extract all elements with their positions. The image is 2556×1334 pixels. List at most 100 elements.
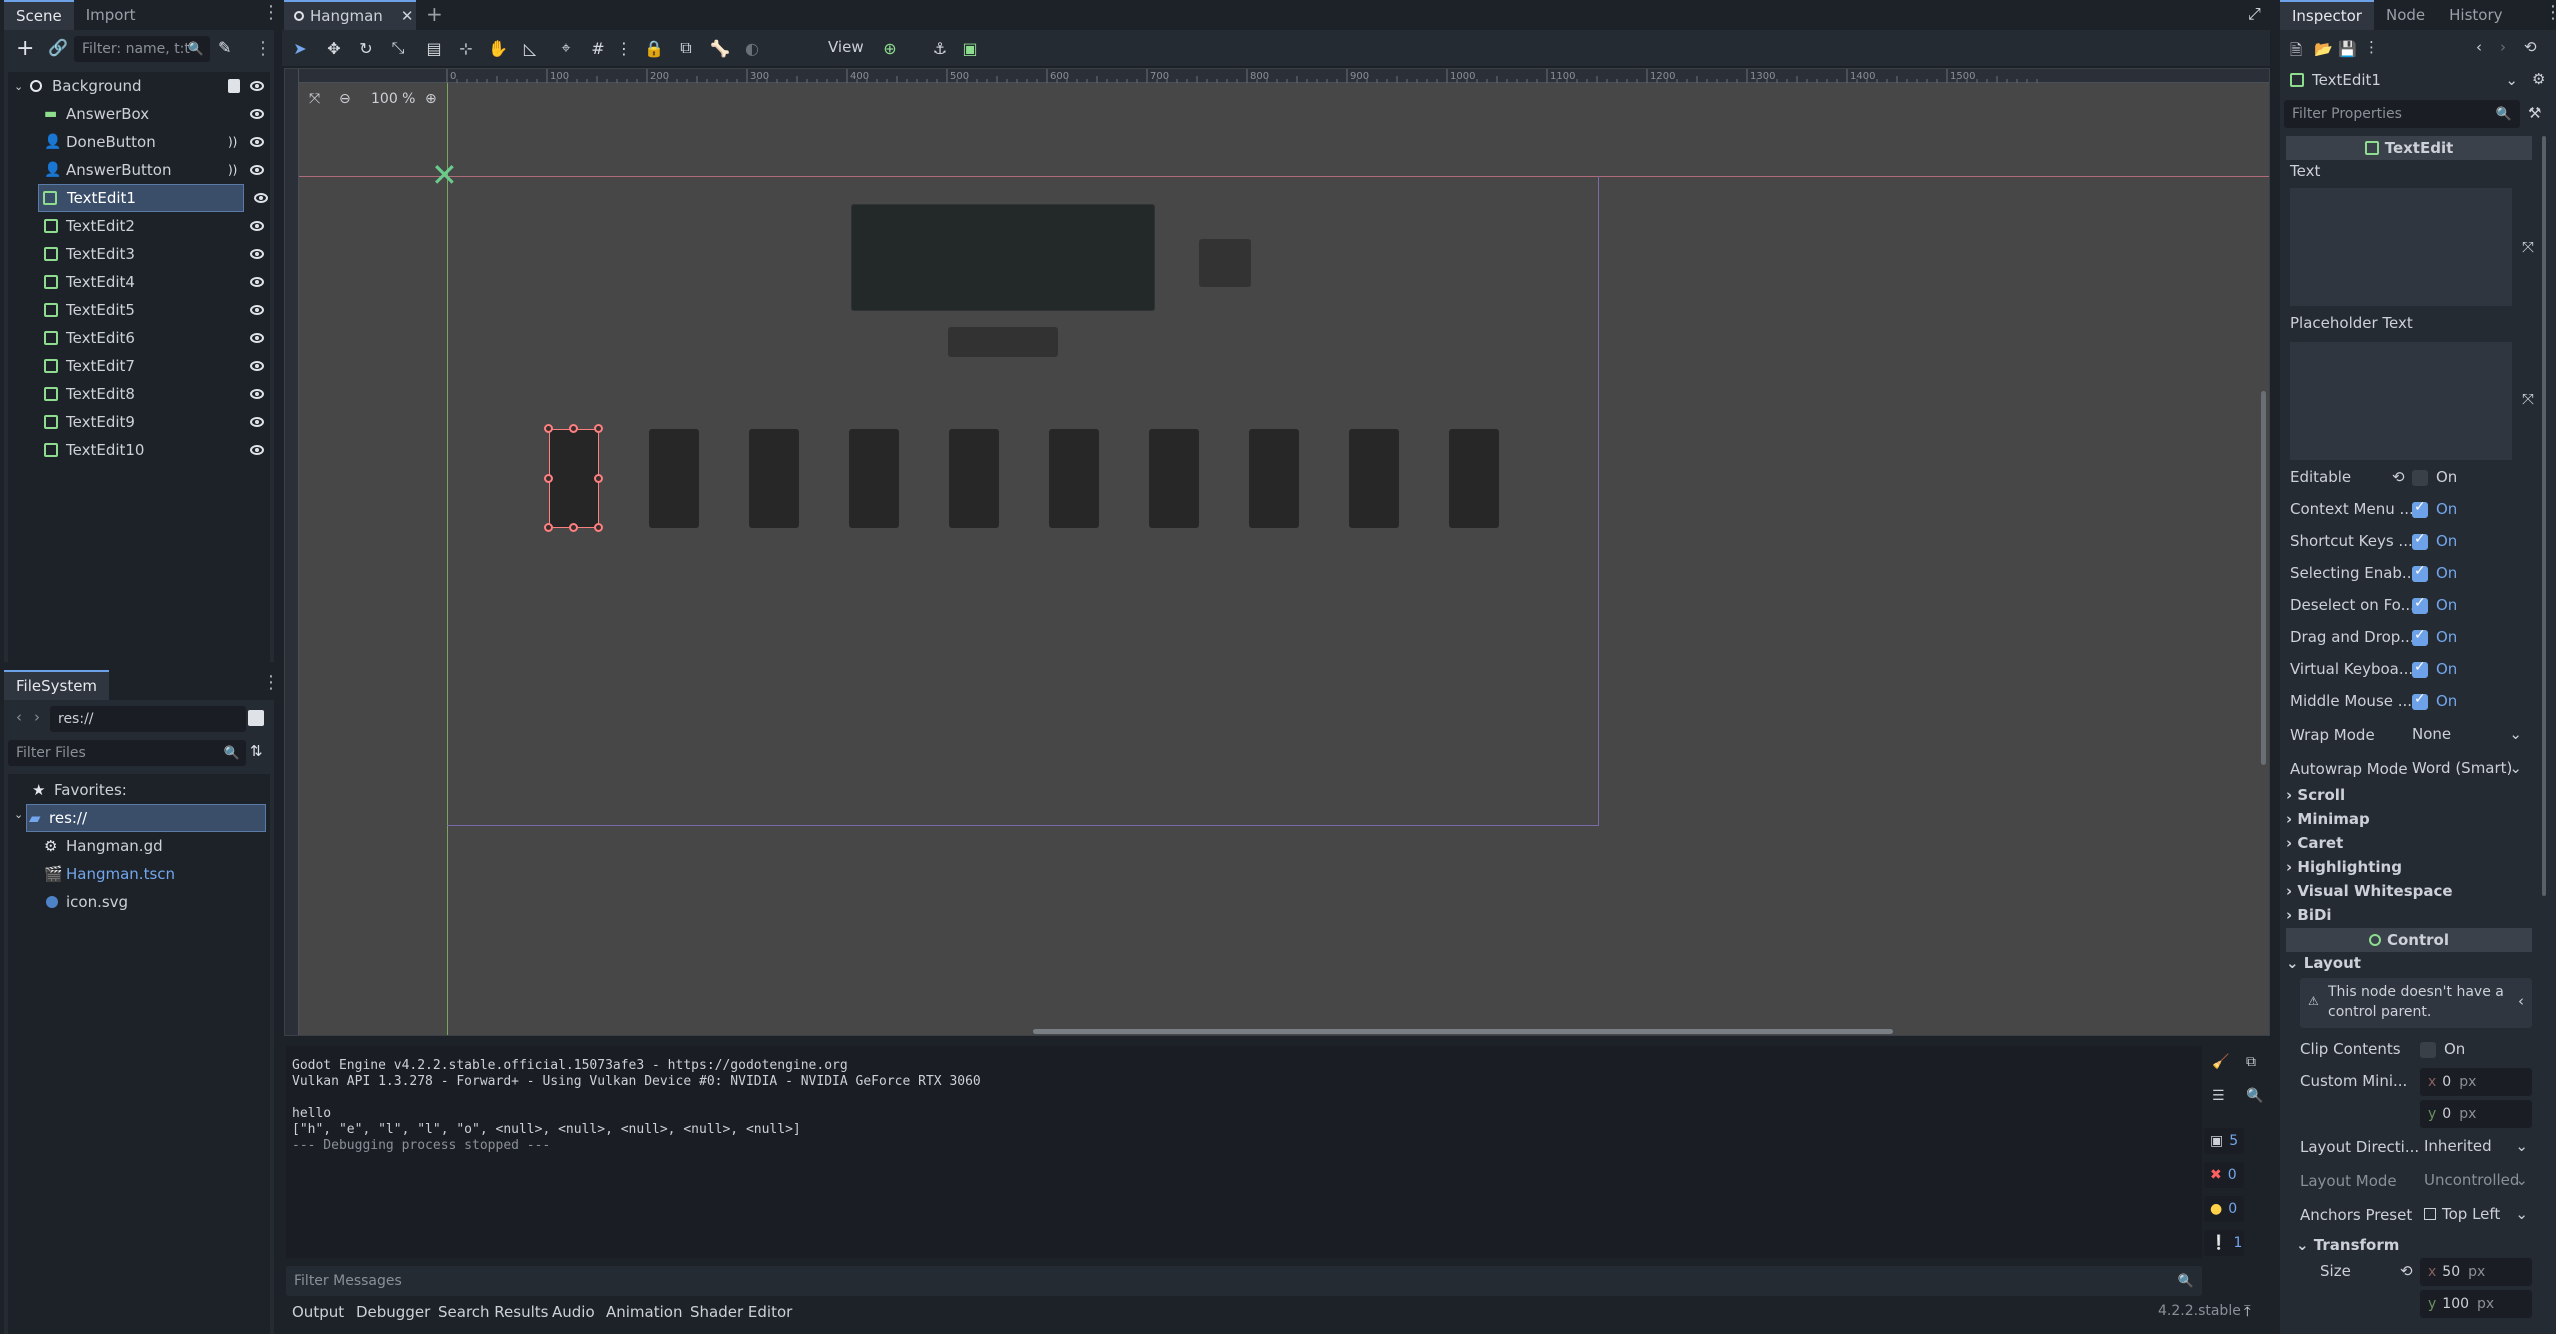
custom-min-y-field[interactable]: y 0 px xyxy=(2420,1100,2532,1128)
add-node-icon[interactable]: ⊕ xyxy=(878,36,902,60)
tree-item-textedit7[interactable]: TextEdit7 xyxy=(8,352,270,380)
visibility-icon[interactable] xyxy=(250,221,264,231)
sort-icon[interactable]: ⇅ xyxy=(250,742,263,760)
visibility-icon[interactable] xyxy=(250,361,264,371)
tree-item-textedit8[interactable]: TextEdit8 xyxy=(8,380,270,408)
visibility-icon[interactable] xyxy=(250,109,264,119)
tree-item-textedit1[interactable]: TextEdit1 xyxy=(38,184,244,212)
group-visual-whitespace[interactable]: › Visual Whitespace xyxy=(2286,882,2453,900)
tree-item-textedit2[interactable]: TextEdit2 xyxy=(8,212,270,240)
chevron-left-icon[interactable]: ‹ xyxy=(2518,992,2524,1010)
link-icon[interactable]: 🔗 xyxy=(48,38,68,57)
chevron-down-icon[interactable]: ⌄ xyxy=(14,808,23,821)
group-transform[interactable]: ⌄ Transform xyxy=(2296,1236,2399,1254)
zoom-in-icon[interactable]: ⊕ xyxy=(425,91,437,107)
tab-hangman[interactable]: Hangman ✕ xyxy=(284,0,416,30)
log-message-count[interactable]: ▣ 5 xyxy=(2204,1128,2244,1154)
property-middle-mouse[interactable]: Middle Mouse ... On xyxy=(2288,686,2528,718)
tree-item-answerbox[interactable]: ▬ AnswerBox xyxy=(8,100,270,128)
visibility-icon[interactable] xyxy=(250,81,264,91)
view-menu[interactable]: View xyxy=(828,38,864,56)
tab-history[interactable]: History xyxy=(2437,0,2514,30)
favorites-row[interactable]: ★ Favorites: xyxy=(8,776,270,804)
tab-debugger[interactable]: Debugger xyxy=(356,1303,430,1321)
warning-count[interactable]: ● 0 xyxy=(2204,1196,2244,1222)
container-sizing-icon[interactable]: ▣ xyxy=(958,36,982,60)
textedit6-box[interactable] xyxy=(1049,429,1099,528)
property-tools-icon[interactable]: ⚒ xyxy=(2528,104,2541,122)
tab-search-results[interactable]: Search Results xyxy=(438,1303,548,1321)
resize-handle-r[interactable] xyxy=(594,474,603,483)
textedit10-box[interactable] xyxy=(1449,429,1499,528)
pan-tool-icon[interactable]: ✋ xyxy=(486,36,510,60)
group-bidi[interactable]: › BiDi xyxy=(2286,906,2332,924)
textedit2-box[interactable] xyxy=(649,429,699,528)
tree-item-textedit4[interactable]: TextEdit4 xyxy=(8,268,270,296)
object-selector[interactable]: TextEdit1 ⌄ xyxy=(2284,66,2524,94)
tree-item-background[interactable]: ⌄ Background xyxy=(8,72,270,100)
bone-icon[interactable]: 🦴 xyxy=(708,36,732,60)
visibility-icon[interactable] xyxy=(250,333,264,343)
rotate-tool-icon[interactable]: ↻ xyxy=(354,36,378,60)
camera-override-icon[interactable]: ◐ xyxy=(740,36,764,60)
clear-output-icon[interactable]: 🧹 xyxy=(2212,1054,2229,1070)
resize-handle-l[interactable] xyxy=(544,474,553,483)
add-node-icon[interactable]: + xyxy=(16,36,34,61)
close-icon[interactable]: ✕ xyxy=(401,7,414,25)
visibility-icon[interactable] xyxy=(250,249,264,259)
class-header-textedit[interactable]: TextEdit xyxy=(2286,136,2532,160)
resize-handle-b[interactable] xyxy=(569,523,578,532)
property-editable[interactable]: Editable ⟲ On xyxy=(2288,462,2528,494)
folder-root[interactable]: ▰ res:// xyxy=(26,804,266,832)
tree-item-textedit3[interactable]: TextEdit3 xyxy=(8,240,270,268)
inspector-scrollbar[interactable] xyxy=(2542,136,2546,896)
tree-item-textedit6[interactable]: TextEdit6 xyxy=(8,324,270,352)
group-icon[interactable]: ⧉ xyxy=(674,36,698,60)
signal-icon[interactable]: )) xyxy=(228,135,237,149)
tab-scene[interactable]: Scene xyxy=(4,0,74,30)
selecting-enabled-checkbox[interactable] xyxy=(2412,563,2428,582)
virtual-keyboard-checkbox[interactable] xyxy=(2412,659,2428,678)
add-tab-icon[interactable]: + xyxy=(426,2,443,26)
done-button[interactable] xyxy=(1199,239,1251,287)
tab-audio[interactable]: Audio xyxy=(552,1303,595,1321)
visibility-icon[interactable] xyxy=(250,445,264,455)
pin-bottom-panel-icon[interactable]: ⤒ xyxy=(2244,1302,2251,1320)
visibility-icon[interactable] xyxy=(250,277,264,287)
origin-pivot-icon[interactable]: ✕ xyxy=(431,159,458,191)
forward-icon[interactable]: › xyxy=(34,708,40,726)
visibility-icon[interactable] xyxy=(250,137,264,147)
resize-handle-tl[interactable] xyxy=(544,424,553,433)
scene-dock-menu-icon[interactable]: ⋮ xyxy=(262,4,280,22)
script-icon[interactable] xyxy=(228,79,240,93)
revert-icon[interactable]: ⟲ xyxy=(2392,468,2405,486)
pivot-tool-icon[interactable]: ⊹ xyxy=(454,36,478,60)
history-back-icon[interactable]: ‹ xyxy=(2476,38,2482,56)
smart-snap-icon[interactable]: ⌖ xyxy=(554,36,578,60)
zoom-reset-icon[interactable]: ⤧ xyxy=(309,91,320,107)
horizontal-scrollbar[interactable] xyxy=(1033,1029,1893,1034)
resize-handle-tr[interactable] xyxy=(594,424,603,433)
visibility-icon[interactable] xyxy=(250,165,264,175)
file-hangman-tscn[interactable]: 🎬 Hangman.tscn xyxy=(8,860,270,888)
anchors-preset-select[interactable]: Top Left ⌄ xyxy=(2420,1200,2532,1228)
resource-menu-icon[interactable]: ⋮ xyxy=(2364,38,2379,56)
new-resource-icon[interactable]: 🗎 xyxy=(2290,40,2302,65)
search-icon[interactable]: 🔍 xyxy=(2246,1088,2263,1104)
collapse-icon[interactable]: ☰ xyxy=(2212,1088,2225,1104)
group-scroll[interactable]: › Scroll xyxy=(2286,786,2345,804)
script-icon[interactable]: ✎ xyxy=(218,38,231,57)
tab-animation[interactable]: Animation xyxy=(606,1303,682,1321)
scene-filter-input[interactable]: Filter: name, t:t 🔍 xyxy=(74,36,210,62)
property-context-menu[interactable]: Context Menu ... On xyxy=(2288,494,2528,526)
vertical-scrollbar[interactable] xyxy=(2261,391,2266,765)
class-header-control[interactable]: Control xyxy=(2286,928,2532,952)
error-count[interactable]: ✖ 0 xyxy=(2204,1162,2244,1188)
text-property-editor[interactable] xyxy=(2290,188,2512,306)
tab-shader-editor[interactable]: Shader Editor xyxy=(690,1303,792,1321)
group-highlighting[interactable]: › Highlighting xyxy=(2286,858,2402,876)
property-deselect-on-focus[interactable]: Deselect on Fo... On xyxy=(2288,590,2528,622)
history-forward-icon[interactable]: › xyxy=(2500,38,2506,56)
tree-item-textedit9[interactable]: TextEdit9 xyxy=(8,408,270,436)
textedit1-box[interactable] xyxy=(549,429,599,528)
